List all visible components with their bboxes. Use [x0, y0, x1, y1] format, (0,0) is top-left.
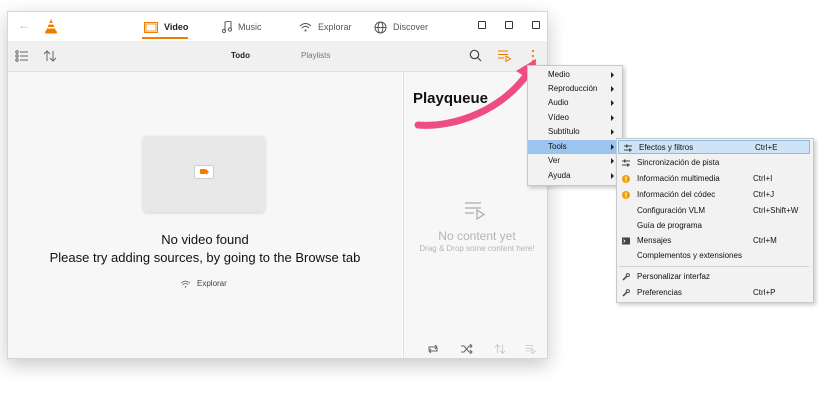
submenu-arrow-icon [611, 72, 614, 78]
submenu-item-label: Información multimedia [637, 174, 720, 183]
list-view-icon[interactable] [15, 49, 29, 63]
back-icon[interactable]: ← [18, 18, 30, 32]
tools-submenu: Efectos y filtros Ctrl+E Sincronización … [616, 138, 814, 303]
menu-item-ver[interactable]: Ver [528, 154, 622, 168]
submenu-arrow-icon [611, 86, 614, 92]
shuffle-icon[interactable] [461, 344, 473, 354]
shortcut-label: Ctrl+I [753, 174, 773, 183]
sliders-icon [622, 159, 630, 167]
shortcut-label: Ctrl+E [755, 143, 778, 152]
shortcut-label: Ctrl+J [753, 190, 775, 199]
video-library-area: No video found Please try adding sources… [8, 72, 402, 358]
explorar-link[interactable]: Explorar [180, 279, 227, 288]
shortcut-label: Ctrl+P [753, 288, 776, 297]
music-icon [222, 21, 232, 33]
empty-hint: Please try adding sources, by going to t… [49, 250, 361, 265]
menu-item-label: Vídeo [548, 113, 569, 122]
menu-item-video[interactable]: Vídeo [528, 111, 622, 125]
submenu-item-label: Preferencias [637, 288, 682, 297]
sort-icon[interactable] [43, 49, 57, 63]
submenu-item-sincronizacion[interactable]: Sincronización de pista [617, 156, 813, 170]
submenu-item-label: Configuración VLM [637, 206, 706, 215]
tab-explorar-label: Explorar [318, 22, 352, 32]
menu-item-label: Ayuda [548, 171, 571, 180]
submenu-item-vlm[interactable]: Configuración VLM Ctrl+Shift+W [617, 204, 813, 218]
submenu-item-preferencias[interactable]: Preferencias Ctrl+P [617, 286, 813, 300]
empty-video-thumbnail [143, 136, 265, 212]
filter-playlists-tab[interactable]: Playlists [301, 51, 330, 60]
submenu-item-label: Mensajes [637, 236, 672, 245]
menu-item-label: Ver [548, 156, 561, 165]
wrench-icon [622, 273, 630, 281]
explorar-link-label: Explorar [197, 279, 227, 288]
menu-item-label: Reproducción [548, 84, 598, 93]
tab-music-label: Music [238, 22, 262, 32]
globe-icon [374, 21, 387, 33]
tab-music[interactable]: Music [222, 18, 262, 36]
close-button[interactable] [532, 21, 540, 29]
submenu-item-complementos[interactable]: Complementos y extensiones [617, 249, 813, 263]
sort-icon[interactable] [494, 343, 506, 355]
playqueue-empty-title: No content yet [438, 229, 516, 243]
submenu-arrow-icon [611, 100, 614, 106]
sliders-icon [624, 144, 632, 152]
wifi-icon [180, 280, 191, 288]
menu-item-subtitulo[interactable]: Subtítulo [528, 125, 622, 139]
submenu-arrow-icon [611, 115, 614, 121]
callout-arrow [414, 59, 536, 129]
menu-item-label: Subtítulo [548, 127, 580, 136]
empty-title: No video found [161, 232, 249, 247]
playqueue-empty-hint: Drag & Drop some content here! [419, 244, 535, 253]
video-icon [144, 21, 158, 33]
submenu-item-guia[interactable]: Guía de programa [617, 219, 813, 233]
menu-item-ayuda[interactable]: Ayuda [528, 169, 622, 183]
tab-video[interactable]: Video [144, 18, 188, 36]
menu-separator [619, 266, 809, 267]
video-placeholder-icon [194, 165, 214, 179]
submenu-arrow-icon [611, 129, 614, 135]
maximize-button[interactable] [505, 21, 513, 29]
submenu-arrow-icon [611, 158, 614, 164]
submenu-item-label: Complementos y extensiones [637, 251, 742, 260]
repeat-icon[interactable] [427, 344, 439, 354]
tab-discover[interactable]: Discover [374, 18, 428, 36]
tab-discover-label: Discover [393, 22, 429, 32]
submenu-arrow-icon [611, 173, 614, 179]
submenu-item-label: Personalizar interfaz [637, 272, 710, 281]
main-context-menu: Medio Reproducción Audio Vídeo Subtítulo… [527, 65, 623, 186]
submenu-item-label: Información del códec [637, 190, 716, 199]
submenu-item-info-codec[interactable]: Información del códec Ctrl+J [617, 188, 813, 202]
menu-item-tools[interactable]: Tools [528, 140, 622, 154]
submenu-item-mensajes[interactable]: Mensajes Ctrl+M [617, 234, 813, 248]
vlc-cone-icon [45, 19, 57, 34]
wrench-icon [622, 289, 630, 297]
submenu-item-personalizar[interactable]: Personalizar interfaz [617, 270, 813, 284]
menu-item-reproduccion[interactable]: Reproducción [528, 82, 622, 96]
active-tab-indicator [142, 37, 188, 39]
minimize-button[interactable] [478, 21, 486, 29]
playqueue-options-icon[interactable] [525, 344, 537, 354]
wifi-icon [299, 23, 312, 32]
submenu-item-label: Efectos y filtros [639, 143, 694, 152]
warning-icon [622, 175, 630, 183]
tab-video-label: Video [164, 22, 189, 32]
menu-item-label: Tools [548, 142, 567, 151]
submenu-item-efectos[interactable]: Efectos y filtros Ctrl+E [618, 140, 810, 154]
filter-all-tab[interactable]: Todo [231, 51, 250, 60]
title-bar: ← Video Music Explorar Discover [8, 12, 547, 41]
menu-item-audio[interactable]: Audio [528, 96, 622, 110]
shortcut-label: Ctrl+M [753, 236, 777, 245]
tab-explorar[interactable]: Explorar [299, 18, 352, 36]
menu-item-label: Medio [548, 70, 570, 79]
submenu-item-label: Sincronización de pista [637, 158, 720, 167]
submenu-item-info-multimedia[interactable]: Información multimedia Ctrl+I [617, 172, 813, 186]
terminal-icon [622, 237, 630, 245]
warning-icon [622, 191, 630, 199]
menu-item-label: Audio [548, 98, 569, 107]
shortcut-label: Ctrl+Shift+W [753, 206, 799, 215]
playqueue-empty-icon [465, 202, 486, 220]
submenu-arrow-icon [611, 144, 614, 150]
menu-item-medio[interactable]: Medio [528, 68, 622, 82]
submenu-item-label: Guía de programa [637, 221, 702, 230]
